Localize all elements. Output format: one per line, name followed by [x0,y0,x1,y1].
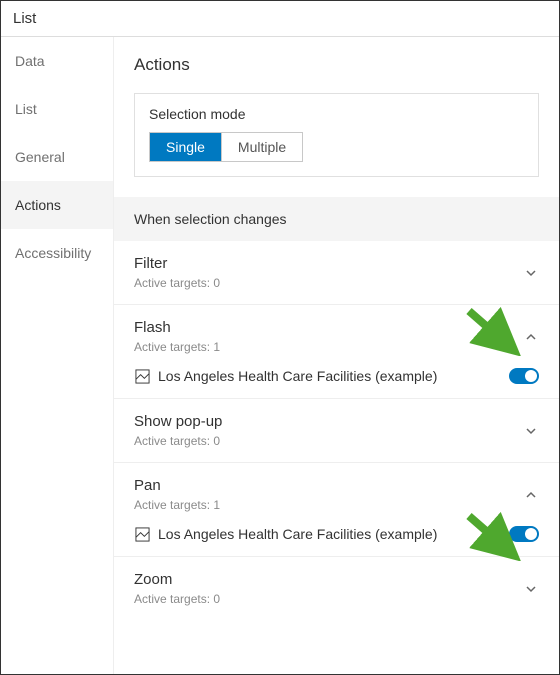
action-subtitle: Active targets: 1 [134,340,220,354]
selection-mode-single-button[interactable]: Single [150,133,221,161]
action-block-flash: Flash Active targets: 1 Los Angeles Heal… [114,305,559,399]
map-icon [134,526,150,542]
action-subtitle: Active targets: 0 [134,434,222,448]
section-header: When selection changes [114,197,559,241]
action-block-filter: Filter Active targets: 0 [114,241,559,305]
sidebar-item-actions[interactable]: Actions [1,181,113,229]
chevron-up-icon [523,329,539,345]
selection-mode-segmented: Single Multiple [149,132,303,162]
selection-mode-multiple-button[interactable]: Multiple [221,133,302,161]
action-title: Zoom [134,571,220,588]
sidebar-item-accessibility[interactable]: Accessibility [1,229,113,277]
main-panel: Actions Selection mode Single Multiple W… [114,37,559,674]
window-title: List [13,10,36,27]
target-left: Los Angeles Health Care Facilities (exam… [134,368,437,384]
target-label: Los Angeles Health Care Facilities (exam… [158,368,437,384]
map-icon [134,368,150,384]
action-header-filter[interactable]: Filter Active targets: 0 [134,255,539,290]
chevron-up-icon [523,487,539,503]
chevron-down-icon [523,423,539,439]
action-subtitle: Active targets: 1 [134,498,220,512]
action-title: Show pop-up [134,413,222,430]
sidebar: Data List General Actions Accessibility [1,37,114,674]
page-title: Actions [134,55,539,75]
target-toggle-flash[interactable] [509,368,539,384]
app-window: List Data List General Actions Accessibi… [0,0,560,675]
selection-mode-box: Selection mode Single Multiple [134,93,539,177]
target-toggle-pan[interactable] [509,526,539,542]
action-subtitle: Active targets: 0 [134,592,220,606]
sidebar-item-data[interactable]: Data [1,37,113,85]
action-title: Filter [134,255,220,272]
target-row: Los Angeles Health Care Facilities (exam… [134,368,539,384]
action-block-show-popup: Show pop-up Active targets: 0 [114,399,559,463]
titlebar: List [1,1,559,37]
action-header-pan[interactable]: Pan Active targets: 1 [134,477,539,512]
sidebar-item-list[interactable]: List [1,85,113,133]
action-subtitle: Active targets: 0 [134,276,220,290]
selection-mode-label: Selection mode [149,106,524,122]
action-header-show-popup[interactable]: Show pop-up Active targets: 0 [134,413,539,448]
target-label: Los Angeles Health Care Facilities (exam… [158,526,437,542]
target-left: Los Angeles Health Care Facilities (exam… [134,526,437,542]
action-title: Pan [134,477,220,494]
action-title: Flash [134,319,220,336]
action-header-zoom[interactable]: Zoom Active targets: 0 [134,571,539,606]
action-header-flash[interactable]: Flash Active targets: 1 [134,319,539,354]
action-block-pan: Pan Active targets: 1 Los Angeles Health… [114,463,559,557]
sidebar-item-label: Data [15,53,45,69]
body: Data List General Actions Accessibility … [1,37,559,674]
chevron-down-icon [523,265,539,281]
sidebar-item-label: Accessibility [15,245,91,261]
sidebar-item-label: List [15,101,37,117]
action-block-zoom: Zoom Active targets: 0 [114,557,559,620]
chevron-down-icon [523,581,539,597]
sidebar-item-label: Actions [15,197,61,213]
sidebar-item-label: General [15,149,65,165]
target-row: Los Angeles Health Care Facilities (exam… [134,526,539,542]
sidebar-item-general[interactable]: General [1,133,113,181]
main-inner: Actions Selection mode Single Multiple [114,37,559,177]
